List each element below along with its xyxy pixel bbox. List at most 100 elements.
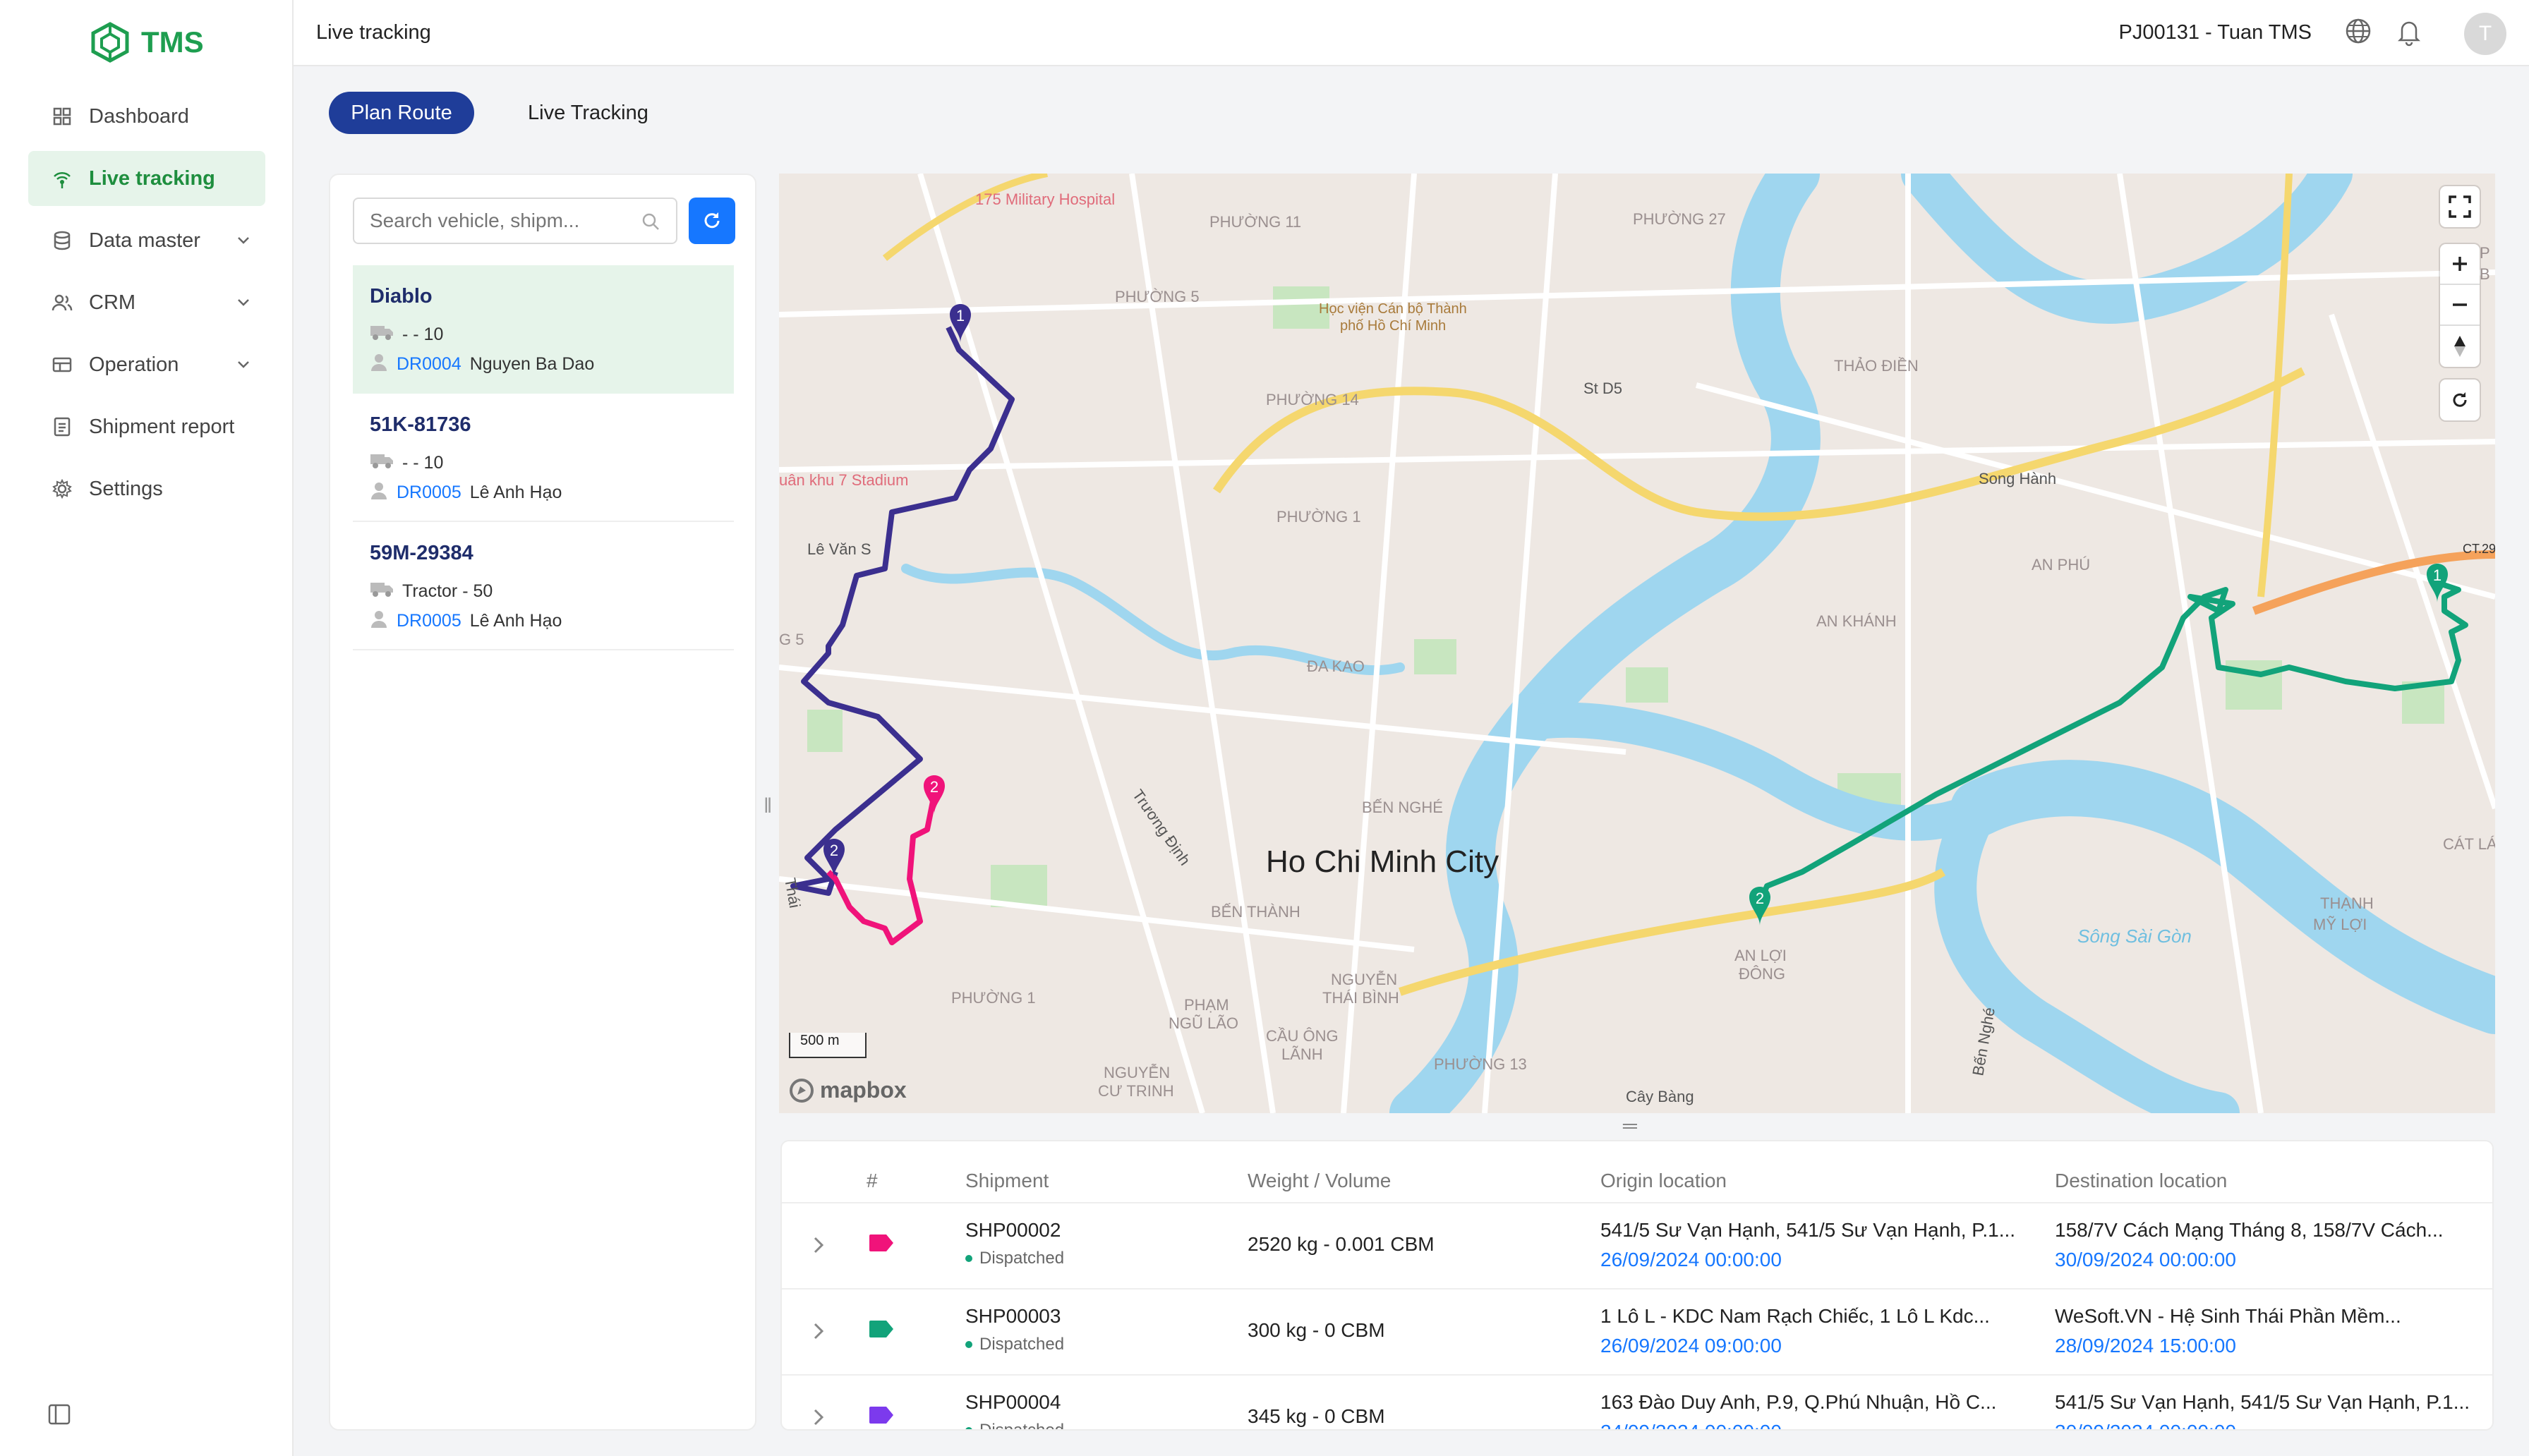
map-label: NGŨ LÃO xyxy=(1169,1014,1238,1032)
table-row[interactable]: SHP00002 Dispatched 2520 kg - 0.001 CBM … xyxy=(782,1202,2492,1288)
shipment-id[interactable]: SHP00004 xyxy=(965,1391,1061,1414)
driver-code[interactable]: DR0005 xyxy=(397,611,461,631)
column-header: Origin location xyxy=(1600,1170,1727,1191)
minus-icon xyxy=(2453,303,2467,306)
map-label: PHƯỜNG 1 xyxy=(1276,508,1361,526)
sidebar-item-label: Data master xyxy=(89,229,200,252)
search-input[interactable] xyxy=(353,198,677,244)
map-label: uân khu 7 Stadium xyxy=(779,471,908,489)
marker-label: 2 xyxy=(1756,890,1764,907)
status-badge: Dispatched xyxy=(965,1249,1064,1268)
sidebar-item-data-master[interactable]: Data master xyxy=(28,213,265,268)
sidebar: TMS Dashboard Live tracking Data master … xyxy=(0,0,294,1456)
chevron-down-icon xyxy=(236,292,251,315)
destination-address: 541/5 Sư Vạn Hạnh, 541/5 Sư Vạn Hạnh, P.… xyxy=(2055,1391,2470,1413)
sidebar-item-dashboard[interactable]: Dashboard xyxy=(28,89,265,144)
truck-icon xyxy=(370,452,394,474)
map-label: NGUYỄN xyxy=(1104,1063,1170,1081)
chevron-right-icon[interactable] xyxy=(810,1321,827,1347)
map-label: Song Hành xyxy=(1979,470,2056,487)
mapbox-logo[interactable]: mapbox xyxy=(789,1077,907,1103)
map-label: PHƯỜNG 13 xyxy=(1434,1055,1527,1073)
bell-icon[interactable] xyxy=(2395,17,2423,51)
vehicle-card[interactable]: 51K-81736 - - 10 DR0005 Lê Anh Hạo xyxy=(353,394,734,522)
fullscreen-button[interactable] xyxy=(2440,186,2480,227)
vehicle-name: 51K-81736 xyxy=(370,413,471,436)
destination-address: 158/7V Cách Mạng Tháng 8, 158/7V Cách... xyxy=(2055,1219,2444,1241)
horizontal-resize-handle[interactable]: ═ xyxy=(1623,1115,1637,1137)
app-logo[interactable]: TMS xyxy=(89,21,204,63)
shipment-id[interactable]: SHP00003 xyxy=(965,1305,1061,1328)
map-label: THẠNH xyxy=(2320,894,2374,912)
status-badge: Dispatched xyxy=(965,1335,1064,1354)
report-icon xyxy=(51,415,73,438)
map-label: St D5 xyxy=(1583,380,1622,397)
users-icon xyxy=(51,291,73,314)
compass-button[interactable] xyxy=(2440,326,2480,367)
map-label: PHƯỜNG 27 xyxy=(1633,210,1726,228)
driver-name: Nguyen Ba Dao xyxy=(469,353,595,374)
origin-date: 24/09/2024 00:00:00 xyxy=(1600,1421,1782,1429)
status-text: Dispatched xyxy=(979,1249,1065,1268)
sidebar-item-label: Operation xyxy=(89,353,179,376)
dashboard-icon xyxy=(51,105,73,128)
tab-plan-route[interactable]: Plan Route xyxy=(329,92,474,134)
marker-label: 1 xyxy=(2433,566,2442,584)
zoom-out-button[interactable] xyxy=(2440,285,2480,326)
zoom-in-button[interactable] xyxy=(2440,244,2480,285)
map-canvas[interactable]: 1 2 2 1 2 175 Military Hospital PHƯỜNG 1… xyxy=(779,174,2495,1113)
table-row[interactable]: SHP00004 Dispatched 345 kg - 0 CBM 163 Đ… xyxy=(782,1374,2492,1429)
map-label: CẦU ÔNG xyxy=(1266,1027,1339,1045)
logo-icon xyxy=(91,22,129,63)
map-view[interactable]: 1 2 2 1 2 175 Military Hospital PHƯỜNG 1… xyxy=(779,174,2495,1113)
tab-live-tracking[interactable]: Live Tracking xyxy=(514,92,663,134)
shipment-table: # Shipment Weight / Volume Origin locati… xyxy=(780,1140,2494,1431)
map-label: PHƯỜNG 14 xyxy=(1266,391,1359,408)
column-header: Destination location xyxy=(2055,1170,2228,1191)
shipment-id[interactable]: SHP00002 xyxy=(965,1219,1061,1242)
avatar[interactable]: T xyxy=(2464,13,2506,55)
sidebar-item-settings[interactable]: Settings xyxy=(28,461,265,516)
vehicle-card[interactable]: Diablo - - 10 DR0004 Nguyen Ba Dao xyxy=(353,265,734,394)
map-label: PHẠM xyxy=(1184,996,1229,1014)
map-label: P xyxy=(2480,244,2490,262)
fullscreen-icon xyxy=(2440,186,2480,227)
sidebar-item-operation[interactable]: Operation xyxy=(28,337,265,392)
city-label: Ho Chi Minh City xyxy=(1266,844,1499,879)
vertical-resize-handle[interactable]: ‖ xyxy=(763,794,772,818)
map-label: THÁI BÌNH xyxy=(1322,989,1399,1007)
gear-icon xyxy=(51,478,73,500)
vehicle-card[interactable]: 59M-29384 Tractor - 50 DR0005 Lê Anh Hạo xyxy=(353,522,734,650)
map-label: ĐA KAO xyxy=(1307,657,1365,675)
origin-address: 1 Lô L - KDC Nam Rạch Chiếc, 1 Lô L Kdc.… xyxy=(1600,1305,1990,1327)
column-header: Shipment xyxy=(965,1170,1049,1191)
sidebar-item-shipment-report[interactable]: Shipment report xyxy=(28,399,265,454)
chevron-right-icon[interactable] xyxy=(810,1234,827,1261)
driver-code[interactable]: DR0005 xyxy=(397,483,461,503)
table-row[interactable]: SHP00003 Dispatched 300 kg - 0 CBM 1 Lô … xyxy=(782,1288,2492,1374)
map-label: AN PHÚ xyxy=(2032,556,2090,574)
driver-code[interactable]: DR0004 xyxy=(397,354,461,375)
search-icon[interactable] xyxy=(641,212,660,236)
user-label[interactable]: PJ00131 - Tuan TMS xyxy=(2118,21,2312,44)
sidebar-item-crm[interactable]: CRM xyxy=(28,275,265,330)
map-reset-button[interactable] xyxy=(2440,380,2480,420)
map-label: ĐÔNG xyxy=(1739,965,1785,983)
vehicle-type: - - 10 xyxy=(402,452,444,473)
vehicle-name: 59M-29384 xyxy=(370,542,473,564)
status-badge: Dispatched xyxy=(965,1421,1064,1429)
sidebar-item-live-tracking[interactable]: Live tracking xyxy=(28,151,265,206)
globe-icon[interactable] xyxy=(2344,17,2372,50)
chevron-right-icon[interactable] xyxy=(810,1407,827,1429)
sidebar-item-label: Live tracking xyxy=(89,166,215,190)
compass-icon xyxy=(2454,336,2465,357)
zoom-controls xyxy=(2440,244,2480,367)
map-label: LÃNH xyxy=(1281,1045,1323,1063)
map-scale: 500 m xyxy=(789,1033,867,1058)
marker-label: 2 xyxy=(930,778,938,796)
collapse-sidebar-icon[interactable] xyxy=(48,1404,71,1430)
vehicle-type: - - 10 xyxy=(402,324,444,344)
refresh-button[interactable] xyxy=(689,198,735,244)
refresh-icon xyxy=(704,212,720,229)
map-label: CT.29 xyxy=(2463,542,2495,556)
